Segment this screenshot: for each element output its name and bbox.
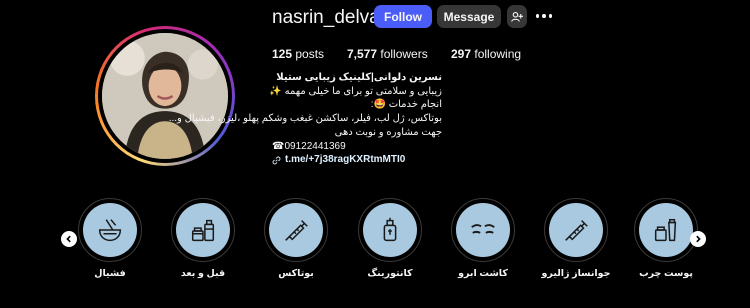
- highlight-item[interactable]: فشیال: [72, 198, 148, 279]
- highlight-label: قبل و بعد: [180, 268, 226, 279]
- bio-line: بوتاکس، ژل لب، فیلر، ساکشن غبغب وشکم پهل…: [168, 113, 442, 125]
- posts-count: 125: [272, 47, 293, 61]
- profile-avatar[interactable]: [102, 33, 228, 159]
- eyebrows-icon: [471, 224, 495, 234]
- highlight-item[interactable]: بوتاکس: [258, 198, 334, 279]
- posts-stat: 125 posts: [272, 47, 324, 61]
- profile-bio: نسرین دلوانی|کلینیک زیبایی ستیلا زیبایی …: [168, 71, 442, 167]
- chevron-left-icon: [66, 235, 71, 243]
- bio-link[interactable]: t.me/+7j38ragKXRtmMTI0: [272, 153, 442, 167]
- highlight-ring: [544, 198, 608, 262]
- highlight-item[interactable]: جوانساز ژالیرو: [538, 198, 614, 279]
- more-dot: [535, 14, 540, 18]
- highlight-cover: [269, 203, 323, 257]
- follow-button[interactable]: Follow: [374, 5, 432, 28]
- syringe-icon: [565, 220, 588, 241]
- bio-phone: ☎09122441369: [272, 140, 346, 152]
- highlight-ring: [634, 198, 698, 262]
- highlight-cover: [83, 203, 137, 257]
- highlight-cover: [363, 203, 417, 257]
- highlight-item[interactable]: کاشت ابرو: [445, 198, 521, 279]
- more-dot: [548, 14, 553, 18]
- highlight-ring: [171, 198, 235, 262]
- followers-label: followers: [380, 47, 428, 61]
- serum-bottle-icon: [383, 217, 397, 242]
- highlight-label: پوست چرب: [639, 268, 693, 279]
- carousel-next-button[interactable]: [690, 231, 706, 247]
- cosmetic-jars-icon: [191, 219, 215, 242]
- followers-count: 7,577: [347, 47, 378, 61]
- highlight-ring: [264, 198, 328, 262]
- bio-line: جهت مشاوره و نوبت دهی: [334, 126, 442, 138]
- bio-full-name: نسرین دلوانی|کلینیک زیبایی ستیلا: [276, 72, 442, 83]
- following-stat[interactable]: 297 following: [451, 47, 521, 61]
- story-ring[interactable]: [95, 26, 235, 166]
- facial-bowl-icon: [98, 219, 122, 242]
- chevron-right-icon: [696, 235, 701, 243]
- highlight-label: کانتورینگ: [367, 268, 413, 279]
- link-icon: [272, 156, 281, 164]
- highlight-label: کاشت ابرو: [458, 268, 508, 279]
- highlight-cover: [176, 203, 230, 257]
- posts-label: posts: [295, 47, 325, 61]
- following-count: 297: [451, 47, 472, 61]
- carousel-prev-button[interactable]: [61, 231, 77, 247]
- more-options-button[interactable]: [535, 8, 553, 24]
- highlight-label: بوتاکس: [278, 268, 314, 279]
- avatar-gap: [98, 29, 232, 163]
- highlight-label: جوانساز ژالیرو: [541, 268, 611, 279]
- message-button[interactable]: Message: [437, 5, 501, 28]
- highlight-cover: [549, 203, 603, 257]
- avatar-portrait: [102, 33, 228, 159]
- bio-line: انجام خدمات 🤩:: [370, 99, 442, 111]
- highlight-ring: [451, 198, 515, 262]
- highlight-ring: [78, 198, 142, 262]
- following-label: following: [474, 47, 522, 61]
- cream-tube-icon: [654, 218, 677, 242]
- highlight-cover: [456, 203, 510, 257]
- more-dot: [542, 14, 546, 18]
- highlight-item[interactable]: قبل و بعد: [165, 198, 241, 279]
- person-add-icon: [511, 11, 523, 22]
- bio-line: زیبایی و سلامتی تو برای ما خیلی مهمه ✨: [269, 85, 442, 97]
- suggest-people-button[interactable]: [507, 5, 527, 28]
- highlight-item[interactable]: کانتورینگ: [352, 198, 428, 279]
- highlight-label: فشیال: [94, 268, 126, 279]
- highlight-cover: [639, 203, 693, 257]
- syringe-icon: [285, 220, 308, 241]
- followers-stat[interactable]: 7,577 followers: [347, 47, 428, 61]
- highlight-ring: [358, 198, 422, 262]
- bio-link-text: t.me/+7j38ragKXRtmMTI0: [285, 154, 406, 166]
